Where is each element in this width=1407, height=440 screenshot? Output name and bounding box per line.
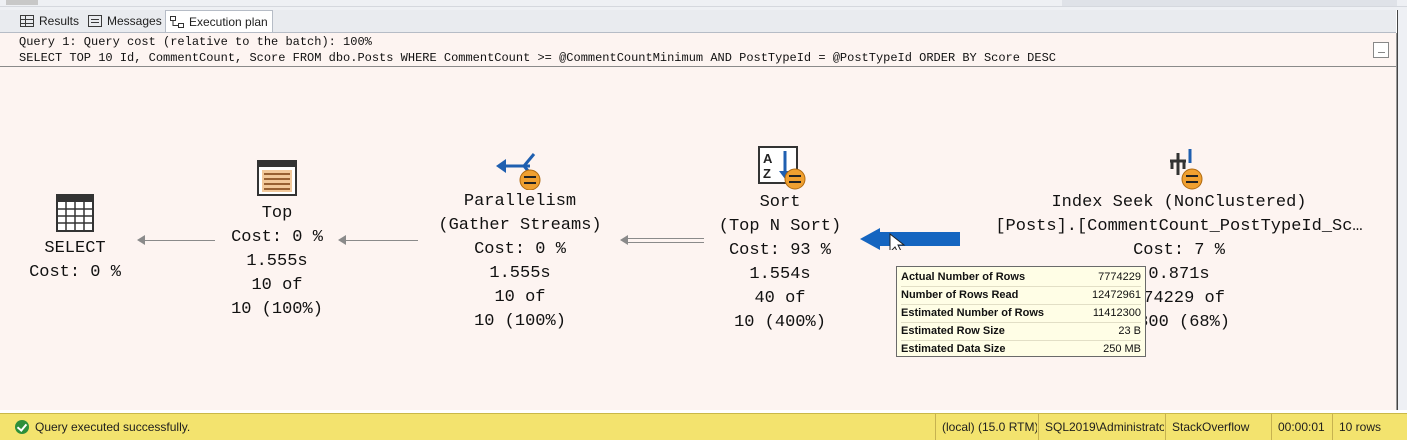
- tooltip-label: Number of Rows Read: [901, 289, 1019, 301]
- tab-results[interactable]: Results: [16, 11, 83, 31]
- index-seek-name: Index Seek (NonClustered): [1051, 193, 1307, 212]
- plan-icon: [170, 15, 184, 28]
- sort-name: Sort: [759, 193, 801, 212]
- tab-results-label: Results: [39, 14, 80, 28]
- query-text-line: SELECT TOP 10 Id, CommentCount, Score FR…: [19, 51, 1056, 65]
- tooltip-value: 11412300: [1092, 307, 1141, 319]
- tooltip-value: 250 MB: [1103, 343, 1141, 355]
- sort-icon: A Z: [758, 146, 806, 190]
- tooltip-row: Estimated Row Size 23 B: [901, 323, 1141, 341]
- operator-top[interactable]: Top Cost: 0 % 1.555s 10 of 10 (100%): [212, 160, 342, 322]
- divider: [0, 6, 1407, 7]
- svg-text:Z: Z: [763, 166, 771, 181]
- connector-arrowhead: [620, 235, 628, 245]
- query-header: Query 1: Query cost (relative to the bat…: [0, 33, 1396, 67]
- sort-rows: 40 of: [754, 289, 806, 308]
- parallelism-subtype: (Gather Streams): [438, 216, 602, 235]
- top-rows: 10 of: [251, 276, 303, 295]
- parallelism-icon: [496, 153, 541, 190]
- tooltip-value: 23 B: [1118, 325, 1141, 337]
- parallelism-rows: 10 of: [494, 288, 546, 307]
- svg-text:A: A: [763, 151, 773, 166]
- tab-messages[interactable]: Messages: [84, 11, 166, 31]
- operator-parallelism[interactable]: Parallelism (Gather Streams) Cost: 0 % 1…: [425, 150, 615, 334]
- index-seek-cost: Cost: 7 %: [1133, 241, 1225, 260]
- query-cost-line: Query 1: Query cost (relative to the bat…: [19, 35, 372, 49]
- message-icon: [88, 15, 102, 27]
- sort-time: 1.554s: [749, 265, 811, 284]
- sort-subtype: (Top N Sort): [718, 217, 842, 236]
- top-cost: Cost: 0 %: [231, 228, 323, 247]
- parallelism-name: Parallelism: [463, 192, 577, 211]
- status-bar: Query executed successfully. (local) (15…: [0, 413, 1407, 440]
- tooltip-label: Estimated Data Size: [901, 343, 1006, 355]
- arrow-tooltip: Actual Number of Rows 7774229 Number of …: [896, 266, 1146, 357]
- tab-execution-plan-label: Execution plan: [189, 14, 268, 29]
- minimize-plan-button[interactable]: [1373, 42, 1389, 58]
- connector-top-select: [145, 240, 215, 241]
- top-name: Top: [261, 204, 293, 223]
- operator-select[interactable]: SELECT Cost: 0 %: [18, 193, 132, 285]
- parallelism-time: 1.555s: [489, 264, 551, 283]
- parallelism-estimate: 10 (100%): [474, 312, 566, 331]
- connector-seek-sort-highlighted[interactable]: [860, 228, 962, 250]
- tooltip-row: Estimated Number of Rows 11412300: [901, 305, 1141, 323]
- top-estimate: 10 (100%): [231, 300, 323, 319]
- status-login: SQL2019\Administrator ...: [1038, 414, 1164, 440]
- tooltip-label: Actual Number of Rows: [901, 271, 1026, 283]
- tooltip-row: Estimated Data Size 250 MB: [901, 341, 1141, 358]
- connector-parallelism-top: [346, 240, 418, 241]
- index-seek-object: [Posts].[CommentCount_PostTypeId_Sc…: [995, 217, 1363, 236]
- tooltip-value: 7774229: [1098, 271, 1141, 283]
- tooltip-label: Estimated Number of Rows: [901, 307, 1045, 319]
- sort-cost: Cost: 93 %: [728, 241, 832, 260]
- top-time: 1.555s: [246, 252, 308, 271]
- status-elapsed: 00:00:01: [1271, 414, 1331, 440]
- tooltip-value: 12472961: [1092, 289, 1141, 301]
- status-database: StackOverflow: [1165, 414, 1270, 440]
- top-strip: [0, 0, 1407, 10]
- connector-arrowhead: [338, 235, 346, 245]
- connector-arrowhead: [137, 235, 145, 245]
- toolbar-remnant: [6, 0, 38, 5]
- tooltip-row: Actual Number of Rows 7774229: [901, 269, 1141, 287]
- grid-icon: [20, 15, 34, 27]
- parallelism-cost: Cost: 0 %: [474, 240, 566, 259]
- success-check-icon: [15, 420, 29, 434]
- select-cost: Cost: 0 %: [29, 263, 121, 282]
- select-icon: [56, 194, 94, 232]
- tooltip-row: Number of Rows Read 12472961: [901, 287, 1141, 305]
- status-rows: 10 rows: [1332, 414, 1407, 440]
- sort-estimate: 10 (400%): [734, 313, 826, 332]
- status-server: (local) (15.0 RTM): [935, 414, 1037, 440]
- results-tab-bar: Results Messages Execution plan: [0, 10, 1396, 33]
- execution-plan-pane: Query 1: Query cost (relative to the bat…: [0, 33, 1397, 410]
- top-icon: [257, 160, 297, 196]
- index-seek-icon: [1170, 149, 1203, 190]
- tab-execution-plan[interactable]: Execution plan: [165, 10, 273, 32]
- select-name: SELECT: [44, 239, 106, 258]
- vertical-scrollbar[interactable]: [1397, 10, 1407, 410]
- connector-sort-parallelism: [628, 238, 704, 243]
- tooltip-label: Estimated Row Size: [901, 325, 1005, 337]
- tab-messages-label: Messages: [107, 14, 162, 28]
- operator-sort[interactable]: A Z Sort (Top N Sort) Cost: 93 % 1.554s …: [705, 145, 855, 335]
- status-message: Query executed successfully.: [35, 420, 191, 434]
